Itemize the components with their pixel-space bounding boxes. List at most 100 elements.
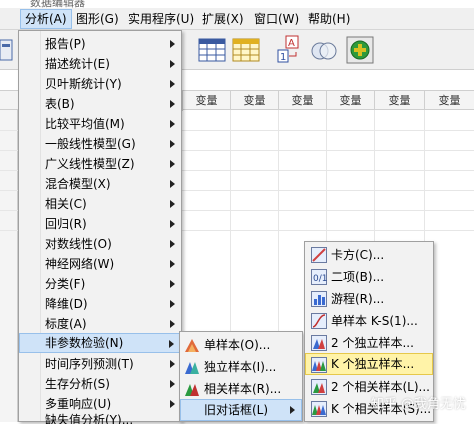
chevron-right-icon [290, 406, 295, 414]
menu-item-label: 标度(A) [45, 317, 87, 331]
menu-item-classify[interactable]: 分类(F) [19, 274, 181, 294]
menu-utilities[interactable]: 实用程序(U) [124, 9, 198, 29]
menu-item-label: 多重响应(U) [45, 397, 112, 411]
watermark: 知乎 @我角无忧 [370, 397, 466, 412]
chevron-right-icon [170, 120, 175, 128]
menu-item-label: 描述统计(E) [45, 57, 110, 71]
binomial-icon: 0/1 [311, 269, 327, 285]
column-header[interactable]: 变量 [182, 91, 230, 111]
menu-item-tables[interactable]: 表(B) [19, 94, 181, 114]
menu-item-binomial[interactable]: 0/1 二项(B)... [305, 266, 433, 288]
menu-graphs[interactable]: 图形(G) [72, 9, 123, 29]
menu-item-label: 游程(R)... [331, 292, 385, 306]
row-header-column [0, 110, 18, 422]
value-labels-icon[interactable]: A1 [274, 34, 306, 66]
menu-item-nonparametric[interactable]: 非参数检验(N) [19, 333, 181, 353]
menu-item-related-samples[interactable]: 相关样本(R)... [180, 378, 302, 400]
column-header[interactable]: 变量 [326, 91, 374, 111]
svg-text:1: 1 [280, 52, 286, 63]
menu-item-survival[interactable]: 生存分析(S) [19, 374, 181, 394]
menu-item-reports[interactable]: 报告(P) [19, 34, 181, 54]
menu-item-label: 单样本 K-S(1)... [331, 314, 418, 328]
window-title: 数据编辑器 [30, 0, 85, 8]
menu-item-mixed-models[interactable]: 混合模型(X) [19, 174, 181, 194]
chevron-right-icon [170, 280, 175, 288]
chevron-right-icon [170, 400, 175, 408]
menu-item-label: 二项(B)... [331, 270, 385, 284]
chevron-right-icon [170, 180, 175, 188]
menu-analyze[interactable]: 分析(A) [20, 9, 72, 29]
window-title-bar: 数据编辑器 [0, 0, 474, 8]
menu-item-independent-samples[interactable]: 独立样本(I)... [180, 356, 302, 378]
add-icon[interactable] [344, 34, 376, 66]
menu-item-bayesian[interactable]: 贝叶斯统计(Y) [19, 74, 181, 94]
menu-item-label: 单样本(O)... [204, 338, 271, 352]
menu-item-two-independent[interactable]: 2 个独立样本... [305, 332, 433, 354]
menu-item-neural-networks[interactable]: 神经网络(W) [19, 254, 181, 274]
menu-item-missing-value[interactable]: 缺失值分析(Y)... [19, 412, 181, 424]
menu-item-label: 降维(D) [45, 297, 88, 311]
menu-item-generalized-linear[interactable]: 广义线性模型(Z) [19, 154, 181, 174]
menu-item-label: 报告(P) [45, 37, 86, 51]
menu-help[interactable]: 帮助(H) [304, 9, 354, 29]
menu-item-descriptive[interactable]: 描述统计(E) [19, 54, 181, 74]
menu-item-forecasting[interactable]: 时间序列预测(T) [19, 354, 181, 374]
menu-item-loglinear[interactable]: 对数线性(O) [19, 234, 181, 254]
menu-item-runs[interactable]: 游程(R)... [305, 288, 433, 310]
menu-item-label: 生存分析(S) [45, 377, 110, 391]
independent-samples-icon [185, 362, 199, 374]
menu-item-one-sample-ks[interactable]: 单样本 K-S(1)... [305, 310, 433, 332]
menu-item-label: K 个独立样本... [331, 357, 415, 371]
menu-item-label: 旧对话框(L) [204, 403, 269, 417]
chevron-right-icon [170, 80, 175, 88]
menu-item-label: 混合模型(X) [45, 177, 111, 191]
menu-item-multiple-response[interactable]: 多重响应(U) [19, 394, 181, 414]
variable-grid-icon[interactable] [230, 34, 262, 66]
menu-item-label: 表(B) [45, 97, 75, 111]
column-header[interactable]: 变量 [230, 91, 278, 111]
menu-item-scale[interactable]: 标度(A) [19, 314, 181, 334]
menu-item-dimension-reduction[interactable]: 降维(D) [19, 294, 181, 314]
menu-item-label: 时间序列预测(T) [45, 357, 134, 371]
chevron-right-icon [170, 260, 175, 268]
related-samples-icon [185, 384, 199, 396]
menu-extensions[interactable]: 扩展(X) [198, 9, 248, 29]
menu-item-compare-means[interactable]: 比较平均值(M) [19, 114, 181, 134]
menu-item-label: 2 个独立样本... [331, 336, 414, 350]
menu-item-regression[interactable]: 回归(R) [19, 214, 181, 234]
menu-window[interactable]: 窗口(W) [250, 9, 303, 29]
menu-item-label: 贝叶斯统计(Y) [45, 77, 122, 91]
menu-item-legacy-dialogs[interactable]: 旧对话框(L) [180, 399, 302, 421]
menu-item-glm[interactable]: 一般线性模型(G) [19, 134, 181, 154]
one-sample-icon [185, 339, 199, 352]
chevron-right-icon [170, 300, 175, 308]
menu-item-chi-square[interactable]: 卡方(C)... [305, 244, 433, 266]
ks-icon [311, 313, 327, 329]
chevron-right-icon [170, 40, 175, 48]
chevron-right-icon [170, 360, 175, 368]
nonparametric-submenu: 单样本(O)... 独立样本(I)... 相关样本(R)... 旧对话框(L) [179, 331, 303, 422]
menu-item-label: 卡方(C)... [331, 248, 385, 262]
menu-item-label: 广义线性模型(Z) [45, 157, 135, 171]
menu-item-one-sample[interactable]: 单样本(O)... [180, 334, 302, 356]
use-sets-icon[interactable] [308, 34, 340, 66]
column-header[interactable]: 变量 [278, 91, 326, 111]
menu-item-label: 非参数检验(N) [45, 336, 124, 350]
menu-item-label: 相关样本(R)... [204, 382, 282, 396]
menu-item-k-independent[interactable]: K 个独立样本... [305, 353, 433, 375]
menu-item-label: 缺失值分析(Y)... [45, 413, 134, 424]
chevron-right-icon [170, 240, 175, 248]
menu-item-label: 独立样本(I)... [204, 360, 277, 374]
menu-item-label: 相关(C) [45, 197, 87, 211]
column-header[interactable]: 变量 [374, 91, 424, 111]
menu-item-label: 比较平均值(M) [45, 117, 125, 131]
data-grid-icon[interactable] [196, 34, 228, 66]
column-header[interactable]: 变量 [424, 91, 474, 111]
svg-text:A: A [288, 38, 295, 49]
runs-icon [311, 291, 327, 307]
svg-text:0/1: 0/1 [313, 274, 327, 284]
k-independent-icon [311, 357, 327, 373]
chevron-right-icon [170, 200, 175, 208]
menu-item-correlate[interactable]: 相关(C) [19, 194, 181, 214]
menu-item-label: 回归(R) [45, 217, 87, 231]
